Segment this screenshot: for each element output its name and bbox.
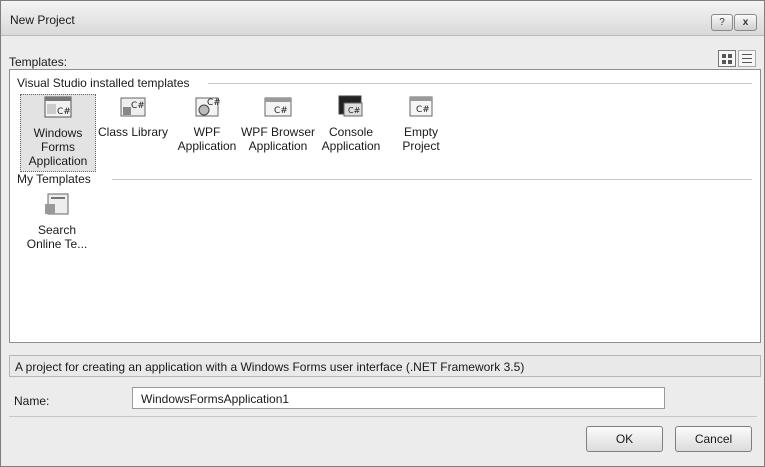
- svg-text:C#: C#: [416, 105, 430, 115]
- template-label: Empty Project: [402, 125, 440, 153]
- small-icons-view-button[interactable]: [738, 50, 756, 67]
- template-label: Search Online Te...: [26, 223, 88, 251]
- class-library-icon: C#: [120, 97, 146, 117]
- name-value: WindowsFormsApplication1: [141, 392, 290, 406]
- group-label: My Templates: [17, 172, 95, 186]
- wpf-application-icon: C#: [195, 97, 221, 117]
- templates-list[interactable]: Visual Studio installed templates C# Win…: [9, 69, 761, 343]
- template-windows-forms-application[interactable]: C# Windows Forms Application: [20, 94, 96, 172]
- svg-text:C#: C#: [274, 106, 288, 116]
- template-empty-project[interactable]: C# Empty Project: [384, 94, 458, 153]
- template-label: WPF Browser Application: [240, 125, 315, 153]
- group-header-installed: Visual Studio installed templates: [17, 76, 194, 90]
- template-description: A project for creating an application wi…: [15, 360, 525, 374]
- svg-text:C#: C#: [57, 107, 71, 117]
- svg-text:C#: C#: [348, 106, 361, 115]
- large-icons-view-button[interactable]: [718, 50, 736, 67]
- group-header-my-templates: My Templates: [17, 172, 95, 186]
- divider: [9, 416, 757, 417]
- windows-forms-icon: C#: [44, 96, 72, 118]
- cancel-button[interactable]: Cancel: [675, 426, 752, 452]
- templates-label: Templates:: [9, 55, 68, 69]
- ok-button[interactable]: OK: [586, 426, 663, 452]
- template-label: Console Application: [321, 125, 381, 153]
- group-label: Visual Studio installed templates: [17, 76, 194, 90]
- wpf-browser-application-icon: C#: [264, 97, 292, 117]
- close-button[interactable]: x: [734, 14, 757, 31]
- svg-text:C#: C#: [131, 101, 145, 111]
- search-online-icon: [45, 193, 69, 215]
- console-application-icon: C#: [338, 95, 363, 117]
- template-wpf-browser-application[interactable]: C# WPF Browser Application: [240, 94, 316, 153]
- template-wpf-application[interactable]: C# WPF Application: [170, 94, 244, 153]
- template-label: WPF Application: [177, 125, 237, 153]
- template-search-online[interactable]: Search Online Te...: [20, 192, 94, 251]
- template-label: Class Library: [97, 125, 169, 139]
- template-console-application[interactable]: C# Console Application: [314, 94, 388, 153]
- title-bar: New Project ? x: [1, 1, 764, 36]
- new-project-dialog: New Project ? x Templates: Visual Studio…: [0, 0, 765, 467]
- svg-text:C#: C#: [207, 98, 221, 108]
- empty-project-icon: C#: [409, 96, 433, 117]
- help-button[interactable]: ?: [711, 14, 733, 31]
- name-input[interactable]: WindowsFormsApplication1: [132, 387, 665, 409]
- name-label: Name:: [14, 394, 50, 408]
- template-class-library[interactable]: C# Class Library: [96, 94, 170, 139]
- description-bar: A project for creating an application wi…: [9, 355, 761, 377]
- dialog-title: New Project: [10, 13, 75, 27]
- template-label: Windows Forms Application: [28, 126, 88, 168]
